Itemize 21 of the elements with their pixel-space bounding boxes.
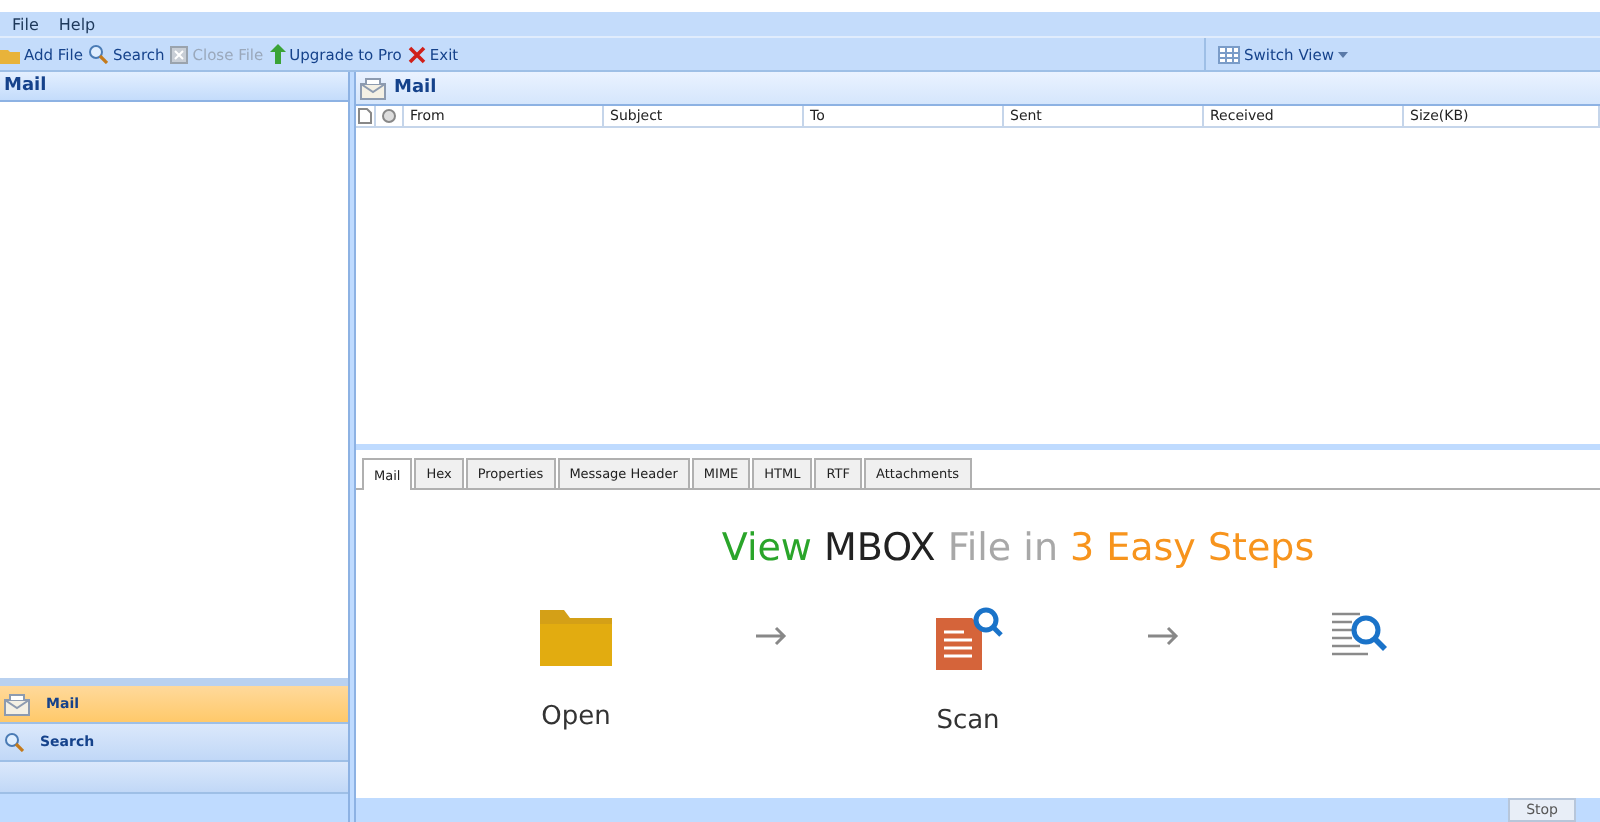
close-icon	[407, 45, 426, 63]
grid-icon	[1218, 45, 1241, 63]
envelope-icon	[4, 693, 30, 715]
search-icon	[88, 44, 109, 64]
caret-icon	[1338, 51, 1348, 57]
step-label: Open	[541, 702, 611, 732]
folder-icon	[540, 606, 612, 666]
document-search-icon	[932, 606, 1004, 670]
panel-title: Mail	[394, 78, 437, 98]
up-arrow-icon	[269, 44, 286, 64]
panel-title: Mail	[0, 72, 348, 102]
arrow-icon	[1148, 626, 1180, 646]
menu-item[interactable]: File	[12, 15, 39, 33]
close-icon	[170, 45, 189, 63]
headline: View MBOX File in 3 Easy Steps	[719, 526, 1315, 570]
envelope-icon	[360, 77, 386, 99]
step-label: Scan	[936, 706, 1000, 736]
menu-item[interactable]: Help	[58, 15, 96, 33]
folder-icon	[0, 45, 20, 63]
search-icon	[4, 732, 24, 752]
arrow-icon	[756, 626, 788, 646]
